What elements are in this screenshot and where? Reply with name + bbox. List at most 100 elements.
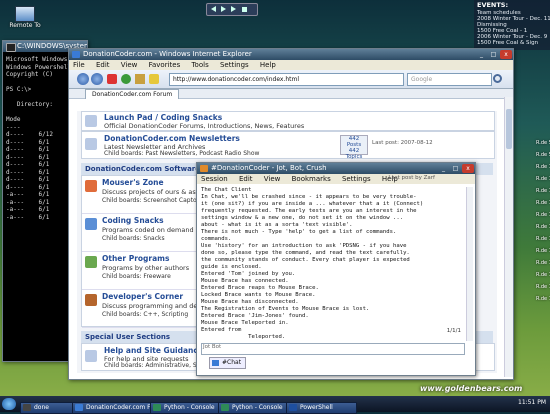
browser-app-icon (72, 51, 80, 58)
minimize-button[interactable]: _ (438, 164, 449, 173)
browser-tabbar: DonationCoder.com Forum (69, 89, 513, 99)
browser-title: DonationCoder.com - Windows Internet Exp… (83, 50, 252, 58)
chat-titlebar[interactable]: #DonationCoder - Jot, Bot, Crush _ □ x (197, 163, 475, 174)
tab-forum[interactable]: DonationCoder.com Forum (85, 89, 180, 99)
back-icon[interactable] (77, 73, 89, 85)
close-button[interactable]: x (462, 164, 474, 173)
badge-topics: 442 Topics (345, 148, 363, 160)
board-title[interactable]: Other Programs (102, 254, 169, 263)
chat-scrollbar[interactable] (466, 187, 473, 341)
chat-tab[interactable]: #Chat (209, 357, 247, 369)
remote-desktop-icon (15, 6, 35, 22)
favorites-icon[interactable] (149, 74, 159, 84)
chat-line: it (one sit?) if you are inside a ... wh… (201, 201, 424, 207)
desktop-icon[interactable]: Remote To (8, 6, 42, 34)
event-line: 1500 Free Coal & Sign (477, 40, 539, 46)
chat-line: Entered from (201, 327, 242, 333)
sidebar-note: R.de S1 (536, 152, 550, 158)
taskbar-app-icon (221, 404, 229, 411)
board-child: Child boards: Snacks (102, 235, 165, 242)
board-title[interactable]: Mouser's Zone (102, 178, 164, 187)
chat-line: Entered Brace reaps to Mouse Brace. (201, 285, 319, 291)
taskbar-button-label: Python - Console (232, 404, 283, 411)
menu-file[interactable]: File (73, 61, 85, 69)
forward-icon[interactable] (91, 73, 103, 85)
menu-session[interactable]: Session (201, 175, 228, 183)
minimize-button[interactable]: _ (476, 50, 487, 59)
menu-settings[interactable]: Settings (342, 175, 371, 183)
events-gadget: EVENTS: Team schedules 2008 Winter Tour -… (474, 0, 550, 50)
menu-favorites[interactable]: Favorites (149, 61, 181, 69)
chat-input[interactable] (201, 343, 465, 355)
board-title[interactable]: DonationCoder.com Newsletters (104, 134, 240, 143)
board-child: Child boards: C++, Scripting (102, 311, 189, 318)
taskbar-app-icon (153, 404, 161, 411)
chat-tab-icon (212, 360, 219, 366)
menu-settings[interactable]: Settings (220, 61, 249, 69)
chat-footer: 1/1/1 (446, 328, 461, 334)
board-desc: Programs by other authors (102, 264, 190, 272)
stop-icon[interactable] (242, 7, 247, 12)
maximize-button[interactable]: □ (450, 164, 461, 173)
menu-edit[interactable]: Edit (96, 61, 110, 69)
badge-posts: 442 Posts (346, 136, 362, 148)
stop-icon[interactable] (107, 74, 117, 84)
watermark: www.goldenbears.com (420, 384, 523, 393)
sidebar-note: R.de 11 (536, 284, 550, 290)
chat-log[interactable]: The Chat Client In Chat, we'll be crashed… (201, 187, 463, 341)
close-button[interactable]: x (500, 50, 512, 59)
address-bar[interactable]: http://www.donationcoder.com/index.html (169, 73, 404, 86)
menu-view[interactable]: View (264, 175, 281, 183)
chat-line: Locked Brace wants to Mouse Brace. (201, 292, 316, 298)
board-icon (85, 218, 97, 230)
scrollbar-thumb[interactable] (506, 109, 512, 149)
play-icon[interactable] (221, 6, 226, 12)
chat-line: Entered 'Tom' joined by you. (201, 271, 296, 277)
next-icon[interactable] (231, 6, 236, 12)
board-item: Launch Pad / Coding Snacks Official Dona… (81, 111, 495, 131)
chat-input-label: Jot Bot (203, 344, 222, 350)
taskbar-button-label: DonationCoder.com F... (86, 404, 156, 411)
refresh-icon[interactable] (121, 74, 131, 84)
chat-line: the community stands of conduct. Every c… (201, 257, 410, 263)
chat-line: commands. (201, 236, 232, 242)
chat-title: #DonationCoder - Jot, Bot, Crush (211, 164, 327, 172)
chat-header-right: Last post by Zarf (388, 175, 435, 181)
chat-line: There is not much - Type 'help' to get a… (201, 229, 397, 235)
sidebar-note: R.de 11 (536, 236, 550, 242)
menu-tools[interactable]: Tools (191, 61, 208, 69)
menu-help[interactable]: Help (260, 61, 276, 69)
search-icon[interactable] (493, 74, 502, 83)
browser-titlebar[interactable]: DonationCoder.com - Windows Internet Exp… (69, 49, 513, 60)
chat-line: Use 'history' for an introduction to ask… (201, 243, 407, 249)
chat-line: The Chat Client (201, 187, 252, 193)
board-title[interactable]: Developer's Corner (102, 292, 183, 301)
sidebar-note: R.de 11 (536, 164, 550, 170)
console-app-icon (6, 43, 16, 52)
board-title[interactable]: Help and Site Guidance (104, 346, 203, 355)
board-title[interactable]: Launch Pad / Coding Snacks (104, 113, 222, 122)
search-input[interactable]: Google (407, 73, 492, 86)
board-child: Child boards: Freeware (102, 273, 171, 280)
browser-scrollbar[interactable] (504, 97, 513, 377)
chat-line: Mouse Brace Teleported in. (201, 320, 289, 326)
board-title[interactable]: Coding Snacks (102, 216, 164, 225)
sidebar-note: R.de 11 (536, 212, 550, 218)
home-icon[interactable] (135, 74, 145, 84)
software-board-list: Mouser's Zone Discuss projects of ours & … (81, 175, 264, 328)
taskbar-button[interactable]: PowerShell (286, 402, 357, 414)
taskbar-button[interactable]: DonationCoder.com F... (72, 402, 161, 414)
sidebar-note: R.de 11 (536, 296, 550, 302)
taskbar: done DonationCoder.com F... Python - Conso… (0, 396, 550, 414)
board-desc: Official DonationCoder Forums, Introduct… (104, 122, 305, 130)
taskbar-button-label: PowerShell (300, 404, 333, 411)
menu-bookmarks[interactable]: Bookmarks (292, 175, 331, 183)
start-button[interactable] (2, 398, 16, 410)
menu-edit[interactable]: Edit (239, 175, 253, 183)
menu-view[interactable]: View (121, 61, 138, 69)
chat-line: Mouse Brace has connected. (201, 278, 289, 284)
prev-icon[interactable] (211, 6, 216, 12)
tray-clock[interactable]: 11:51 PM (518, 399, 546, 406)
maximize-button[interactable]: □ (488, 50, 499, 59)
chat-line: Mouse Brace has disconnected. (201, 299, 299, 305)
